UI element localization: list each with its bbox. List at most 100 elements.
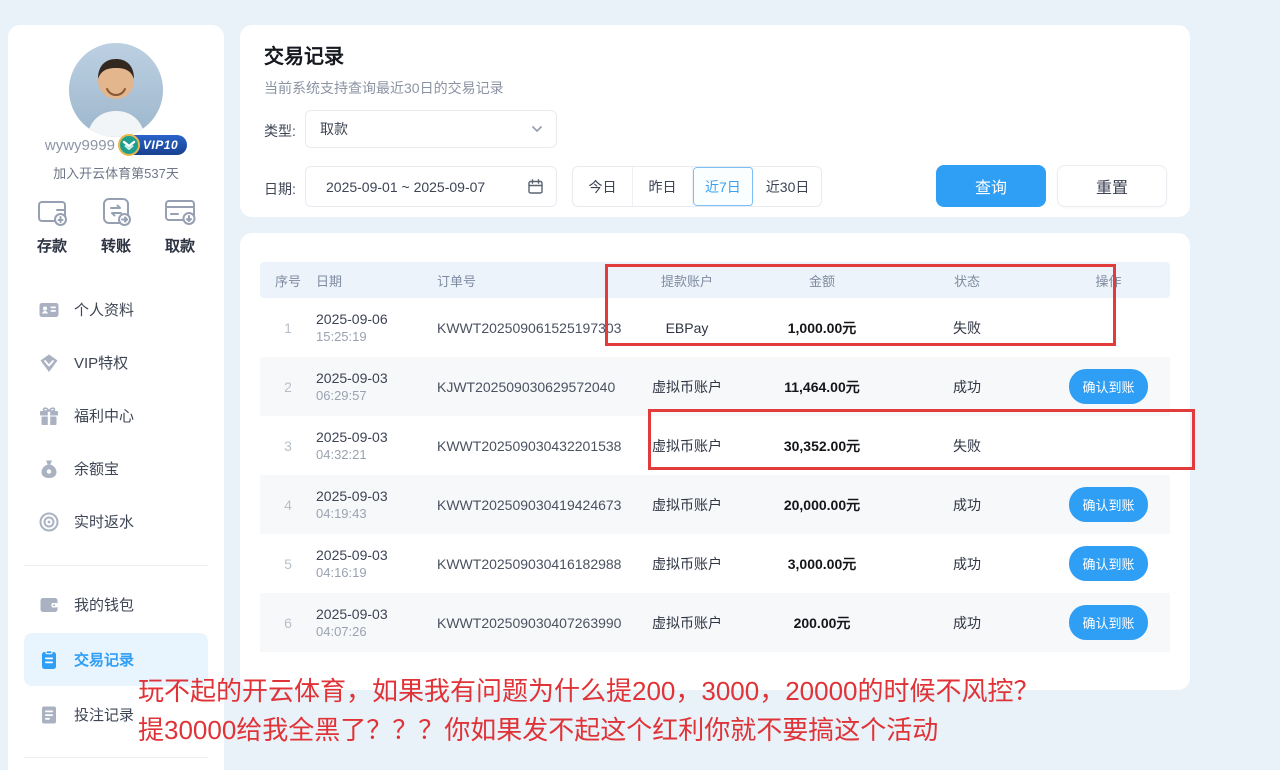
sidebar-item-bet-records[interactable]: 投注记录 (24, 688, 208, 741)
row-date: 2025-09-03 (316, 488, 437, 504)
col-date: 日期 (316, 271, 437, 290)
row-date: 2025-09-03 (316, 429, 437, 445)
row-status: 成功 (887, 613, 1047, 633)
row-amount: 11,464.00元 (757, 377, 887, 397)
table-row: 6 2025-09-03 04:07:26 KWWT20250903040726… (260, 593, 1170, 652)
row-date: 2025-09-03 (316, 606, 437, 622)
row-amount: 3,000.00元 (757, 554, 887, 574)
page-subtitle: 当前系统支持查询最近30日的交易记录 (264, 78, 504, 98)
quick-action-label: 取款 (165, 235, 195, 256)
withdraw-card-icon (162, 193, 198, 229)
date-range-value: 2025-09-01 ~ 2025-09-07 (326, 179, 485, 195)
date-range-input[interactable]: 2025-09-01 ~ 2025-09-07 (305, 166, 557, 207)
sidebar-item-yuebao[interactable]: 余额宝 (24, 442, 208, 495)
table-card: 序号 日期 订单号 提款账户 金额 状态 操作 1 2025-09-06 15:… (240, 233, 1190, 690)
quick-action-deposit[interactable]: 存款 (34, 193, 70, 256)
table-row: 1 2025-09-06 15:25:19 KWWT20250906152519… (260, 298, 1170, 357)
sidebar: wywy9999 VIP10 加入开云体育第537天 (8, 25, 224, 770)
row-status: 成功 (887, 495, 1047, 515)
row-datetime: 2025-09-03 04:19:43 (316, 488, 437, 521)
sidebar-item-vip[interactable]: VIP特权 (24, 336, 208, 389)
type-select[interactable]: 取款 (305, 110, 557, 148)
row-index: 2 (260, 379, 316, 395)
row-order-number: KWWT202509030407263990 (437, 615, 617, 631)
range-last30days[interactable]: 近30日 (754, 167, 822, 206)
confirm-arrival-button[interactable]: 确认到账 (1069, 546, 1147, 581)
vip-shield-icon (117, 133, 141, 157)
row-time: 15:25:19 (316, 329, 437, 344)
quick-action-label: 转账 (101, 235, 131, 256)
row-date: 2025-09-03 (316, 547, 437, 563)
row-time: 04:16:19 (316, 565, 437, 580)
row-index: 3 (260, 438, 316, 454)
sidebar-item-label: 余额宝 (74, 458, 119, 479)
col-action: 操作 (1047, 271, 1170, 290)
search-button[interactable]: 查询 (936, 165, 1046, 207)
col-status: 状态 (887, 271, 1047, 290)
type-label: 类型: (264, 121, 296, 141)
sidebar-item-label: 个人资料 (74, 299, 134, 320)
range-last7days[interactable]: 近7日 (693, 167, 754, 206)
deposit-wallet-icon (34, 193, 70, 229)
quick-range-group: 今日 昨日 近7日 近30日 (572, 166, 822, 207)
avatar[interactable] (69, 43, 163, 137)
sidebar-divider (24, 565, 208, 566)
table-row: 3 2025-09-03 04:32:21 KWWT20250903043220… (260, 416, 1170, 475)
row-time: 06:29:57 (316, 388, 437, 403)
sidebar-item-welfare[interactable]: 福利中心 (24, 389, 208, 442)
quick-action-withdraw[interactable]: 取款 (162, 193, 198, 256)
sidebar-item-profile[interactable]: 个人资料 (24, 283, 208, 336)
confirm-arrival-button[interactable]: 确认到账 (1069, 369, 1147, 404)
confirm-arrival-button[interactable]: 确认到账 (1069, 487, 1147, 522)
gift-icon (38, 405, 60, 427)
row-status: 失败 (887, 318, 1047, 338)
col-account: 提款账户 (617, 271, 757, 290)
money-bag-icon (38, 458, 60, 480)
type-select-value: 取款 (320, 119, 348, 139)
row-index: 1 (260, 320, 316, 336)
sidebar-item-label: 投注记录 (74, 704, 134, 725)
username: wywy9999 (45, 137, 115, 154)
join-days-text: 加入开云体育第537天 (8, 163, 224, 182)
range-yesterday[interactable]: 昨日 (633, 167, 693, 206)
calendar-icon (527, 178, 544, 195)
sidebar-item-transaction-records[interactable]: 交易记录 (24, 633, 208, 686)
sidebar-item-rebate[interactable]: 实时返水 (24, 495, 208, 548)
sidebar-item-wallet[interactable]: 我的钱包 (24, 578, 208, 631)
row-datetime: 2025-09-03 04:07:26 (316, 606, 437, 639)
wallet-icon (38, 594, 60, 616)
sidebar-item-label: 实时返水 (74, 511, 134, 532)
row-status: 成功 (887, 554, 1047, 574)
page-title: 交易记录 (264, 40, 344, 69)
row-withdraw-account: 虚拟币账户 (617, 613, 757, 633)
row-index: 4 (260, 497, 316, 513)
quick-action-transfer[interactable]: 转账 (98, 193, 134, 256)
row-amount: 20,000.00元 (757, 495, 887, 515)
confirm-arrival-button[interactable]: 确认到账 (1069, 605, 1147, 640)
row-status: 成功 (887, 377, 1047, 397)
row-datetime: 2025-09-03 04:16:19 (316, 547, 437, 580)
reset-button[interactable]: 重置 (1057, 165, 1167, 207)
col-index: 序号 (260, 271, 316, 290)
row-date: 2025-09-03 (316, 370, 437, 386)
quick-action-label: 存款 (37, 235, 67, 256)
transaction-record-icon (38, 649, 60, 671)
rebate-coin-icon (38, 511, 60, 533)
col-amount: 金额 (757, 271, 887, 290)
row-order-number: KWWT202509030416182988 (437, 556, 617, 572)
table-row: 2 2025-09-03 06:29:57 KJWT20250903062957… (260, 357, 1170, 416)
row-withdraw-account: 虚拟币账户 (617, 436, 757, 456)
sidebar-item-label: 我的钱包 (74, 594, 134, 615)
filter-card: 交易记录 当前系统支持查询最近30日的交易记录 类型: 取款 日期: 2025-… (240, 25, 1190, 217)
range-today[interactable]: 今日 (573, 167, 633, 206)
row-withdraw-account: EBPay (617, 320, 757, 336)
row-time: 04:32:21 (316, 447, 437, 462)
row-datetime: 2025-09-06 15:25:19 (316, 311, 437, 344)
row-datetime: 2025-09-03 06:29:57 (316, 370, 437, 403)
vip-gem-icon (38, 352, 60, 374)
table-row: 4 2025-09-03 04:19:43 KWWT20250903041942… (260, 475, 1170, 534)
row-index: 5 (260, 556, 316, 572)
sidebar-item-label: 福利中心 (74, 405, 134, 426)
bet-record-icon (38, 704, 60, 726)
table-body: 1 2025-09-06 15:25:19 KWWT20250906152519… (260, 298, 1170, 652)
